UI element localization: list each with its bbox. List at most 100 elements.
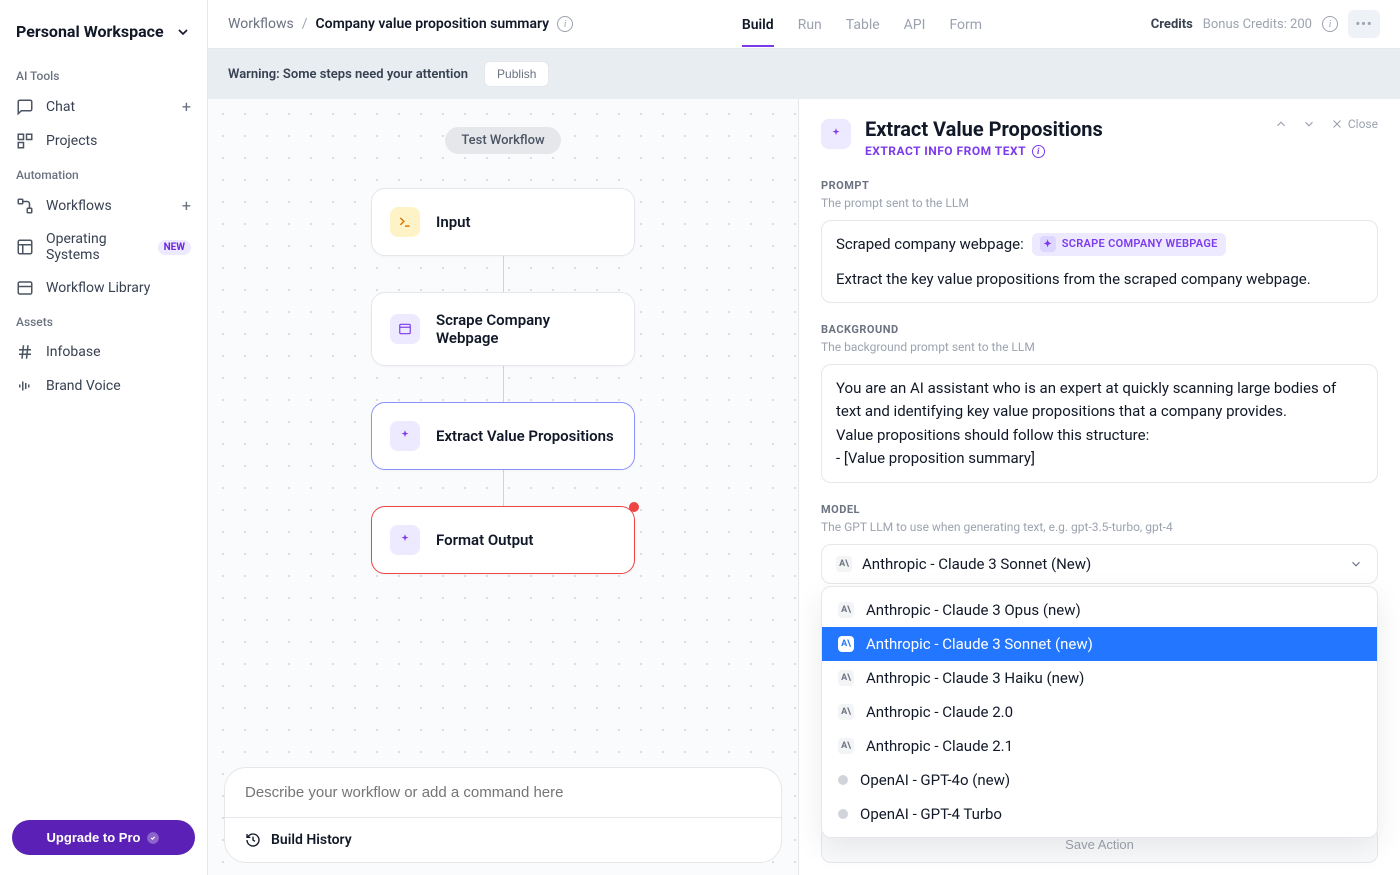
panel-title: Extract Value Propositions [865, 117, 1260, 141]
credits-bonus: Bonus Credits: 200 [1203, 17, 1312, 32]
sidebar-item-workflow-library[interactable]: Workflow Library [0, 271, 207, 305]
node-label: Scrape Company Webpage [436, 311, 616, 347]
error-dot-icon [629, 502, 639, 512]
info-icon[interactable]: i [1322, 16, 1338, 32]
tab-api[interactable]: API [904, 13, 926, 47]
breadcrumb: Workflows / Company value proposition su… [228, 16, 573, 32]
workflow-icon [16, 197, 34, 215]
info-icon[interactable]: i [1032, 145, 1045, 158]
model-selected-label: Anthropic - Claude 3 Sonnet (New) [862, 555, 1091, 573]
sidebar-item-infobase[interactable]: Infobase [0, 335, 207, 369]
openai-icon [838, 809, 848, 819]
model-option[interactable]: A\Anthropic - Claude 2.0 [822, 695, 1377, 729]
sidebar-item-label: Workflow Library [46, 280, 191, 296]
canvas-bottom: Build History [208, 755, 798, 875]
model-option[interactable]: A\Anthropic - Claude 3 Opus (new) [822, 593, 1377, 627]
voice-icon [16, 377, 34, 395]
node-extract[interactable]: Extract Value Propositions [371, 402, 635, 470]
history-icon [245, 832, 261, 848]
build-history-button[interactable]: Build History [224, 817, 782, 863]
workspace-name: Personal Workspace [16, 22, 164, 41]
sidebar-item-brand-voice[interactable]: Brand Voice [0, 369, 207, 403]
projects-icon [16, 132, 34, 150]
build-history-label: Build History [271, 832, 352, 848]
workspace-switcher[interactable]: Personal Workspace [0, 12, 207, 59]
tabs: Build Run Table API Form [742, 13, 982, 36]
section-label-assets: Assets [0, 305, 207, 335]
chat-icon [16, 98, 34, 116]
canvas: Test Workflow Input Scrape Company Webpa… [208, 99, 798, 875]
model-option[interactable]: A\Anthropic - Claude 2.1 [822, 729, 1377, 763]
tab-build[interactable]: Build [742, 13, 774, 47]
canvas-inner[interactable]: Test Workflow Input Scrape Company Webpa… [208, 99, 798, 755]
node-format[interactable]: Format Output [371, 506, 635, 574]
warning-bar: Warning: Some steps need your attention … [208, 49, 1400, 99]
sidebar-item-projects[interactable]: Projects [0, 124, 207, 158]
model-select-trigger[interactable]: A\ Anthropic - Claude 3 Sonnet (New) [821, 544, 1378, 584]
variable-chip[interactable]: ✦ SCRAPE COMPANY WEBPAGE [1032, 233, 1226, 256]
sidebar-item-chat[interactable]: Chat + [0, 89, 207, 124]
sidebar-item-operating-systems[interactable]: Operating Systems NEW [0, 223, 207, 271]
topbar-right: Credits Bonus Credits: 200 i ••• [1151, 10, 1380, 38]
node-input[interactable]: Input [371, 188, 635, 256]
node-label: Extract Value Propositions [436, 427, 614, 445]
model-select: A\ Anthropic - Claude 3 Sonnet (New) A\A… [821, 544, 1378, 584]
topbar: Workflows / Company value proposition su… [208, 0, 1400, 49]
chevron-down-icon [175, 24, 191, 40]
model-option[interactable]: OpenAI - GPT-4o (new) [822, 763, 1377, 797]
grid-icon [16, 238, 34, 256]
breadcrumb-title: Company value proposition summary [316, 16, 550, 32]
test-workflow-button[interactable]: Test Workflow [445, 127, 560, 154]
input-icon [390, 207, 420, 237]
model-option[interactable]: OpenAI - GPT-4 Turbo [822, 797, 1377, 831]
node-label: Input [436, 213, 471, 231]
field-label-model: MODEL [821, 503, 1378, 516]
panel-titleblock: Extract Value Propositions EXTRACT INFO … [865, 117, 1260, 159]
inspector-panel: Extract Value Propositions EXTRACT INFO … [798, 99, 1400, 875]
tab-table[interactable]: Table [846, 13, 880, 47]
connector [503, 256, 504, 292]
sidebar-item-label: Chat [46, 99, 170, 115]
field-label-prompt: PROMPT [821, 179, 1378, 192]
hash-icon [16, 343, 34, 361]
breadcrumb-root[interactable]: Workflows [228, 16, 294, 32]
chevron-down-icon[interactable] [1302, 117, 1316, 131]
plus-icon[interactable]: + [182, 196, 191, 215]
section-label-ai-tools: AI Tools [0, 59, 207, 89]
anthropic-icon: A\ [838, 602, 854, 618]
chevron-up-icon[interactable] [1274, 117, 1288, 131]
field-desc-background: The background prompt sent to the LLM [821, 340, 1378, 354]
background-input[interactable]: You are an AI assistant who is an expert… [821, 364, 1378, 483]
close-button[interactable]: Close [1330, 117, 1378, 131]
credits-label: Credits [1151, 17, 1193, 32]
more-button[interactable]: ••• [1348, 10, 1380, 38]
publish-button[interactable]: Publish [484, 61, 549, 87]
tab-form[interactable]: Form [949, 13, 982, 47]
command-input[interactable] [224, 767, 782, 817]
sidebar-item-workflows[interactable]: Workflows + [0, 188, 207, 223]
tab-run[interactable]: Run [798, 13, 822, 47]
breadcrumb-sep: / [302, 16, 308, 32]
field-desc-prompt: The prompt sent to the LLM [821, 196, 1378, 210]
upgrade-button[interactable]: Upgrade to Pro [12, 820, 195, 855]
anthropic-icon: A\ [838, 704, 854, 720]
anthropic-icon: A\ [838, 636, 854, 652]
library-icon [16, 279, 34, 297]
info-icon[interactable]: i [557, 16, 573, 32]
prompt-input[interactable]: Scraped company webpage: ✦ SCRAPE COMPAN… [821, 220, 1378, 303]
node-scrape[interactable]: Scrape Company Webpage [371, 292, 635, 366]
globe-icon [390, 314, 420, 344]
panel-header: Extract Value Propositions EXTRACT INFO … [821, 117, 1378, 159]
sparkle-icon [390, 421, 420, 451]
model-option[interactable]: A\Anthropic - Claude 3 Sonnet (new) [822, 627, 1377, 661]
anthropic-icon: A\ [838, 670, 854, 686]
sidebar-item-label: Infobase [46, 344, 191, 360]
anthropic-icon: A\ [838, 738, 854, 754]
connector [503, 470, 504, 506]
model-option[interactable]: A\Anthropic - Claude 3 Haiku (new) [822, 661, 1377, 695]
prompt-body: Extract the key value propositions from … [836, 268, 1363, 291]
check-icon [146, 831, 160, 845]
upgrade-label: Upgrade to Pro [47, 830, 141, 845]
content-row: Test Workflow Input Scrape Company Webpa… [208, 99, 1400, 875]
plus-icon[interactable]: + [182, 97, 191, 116]
